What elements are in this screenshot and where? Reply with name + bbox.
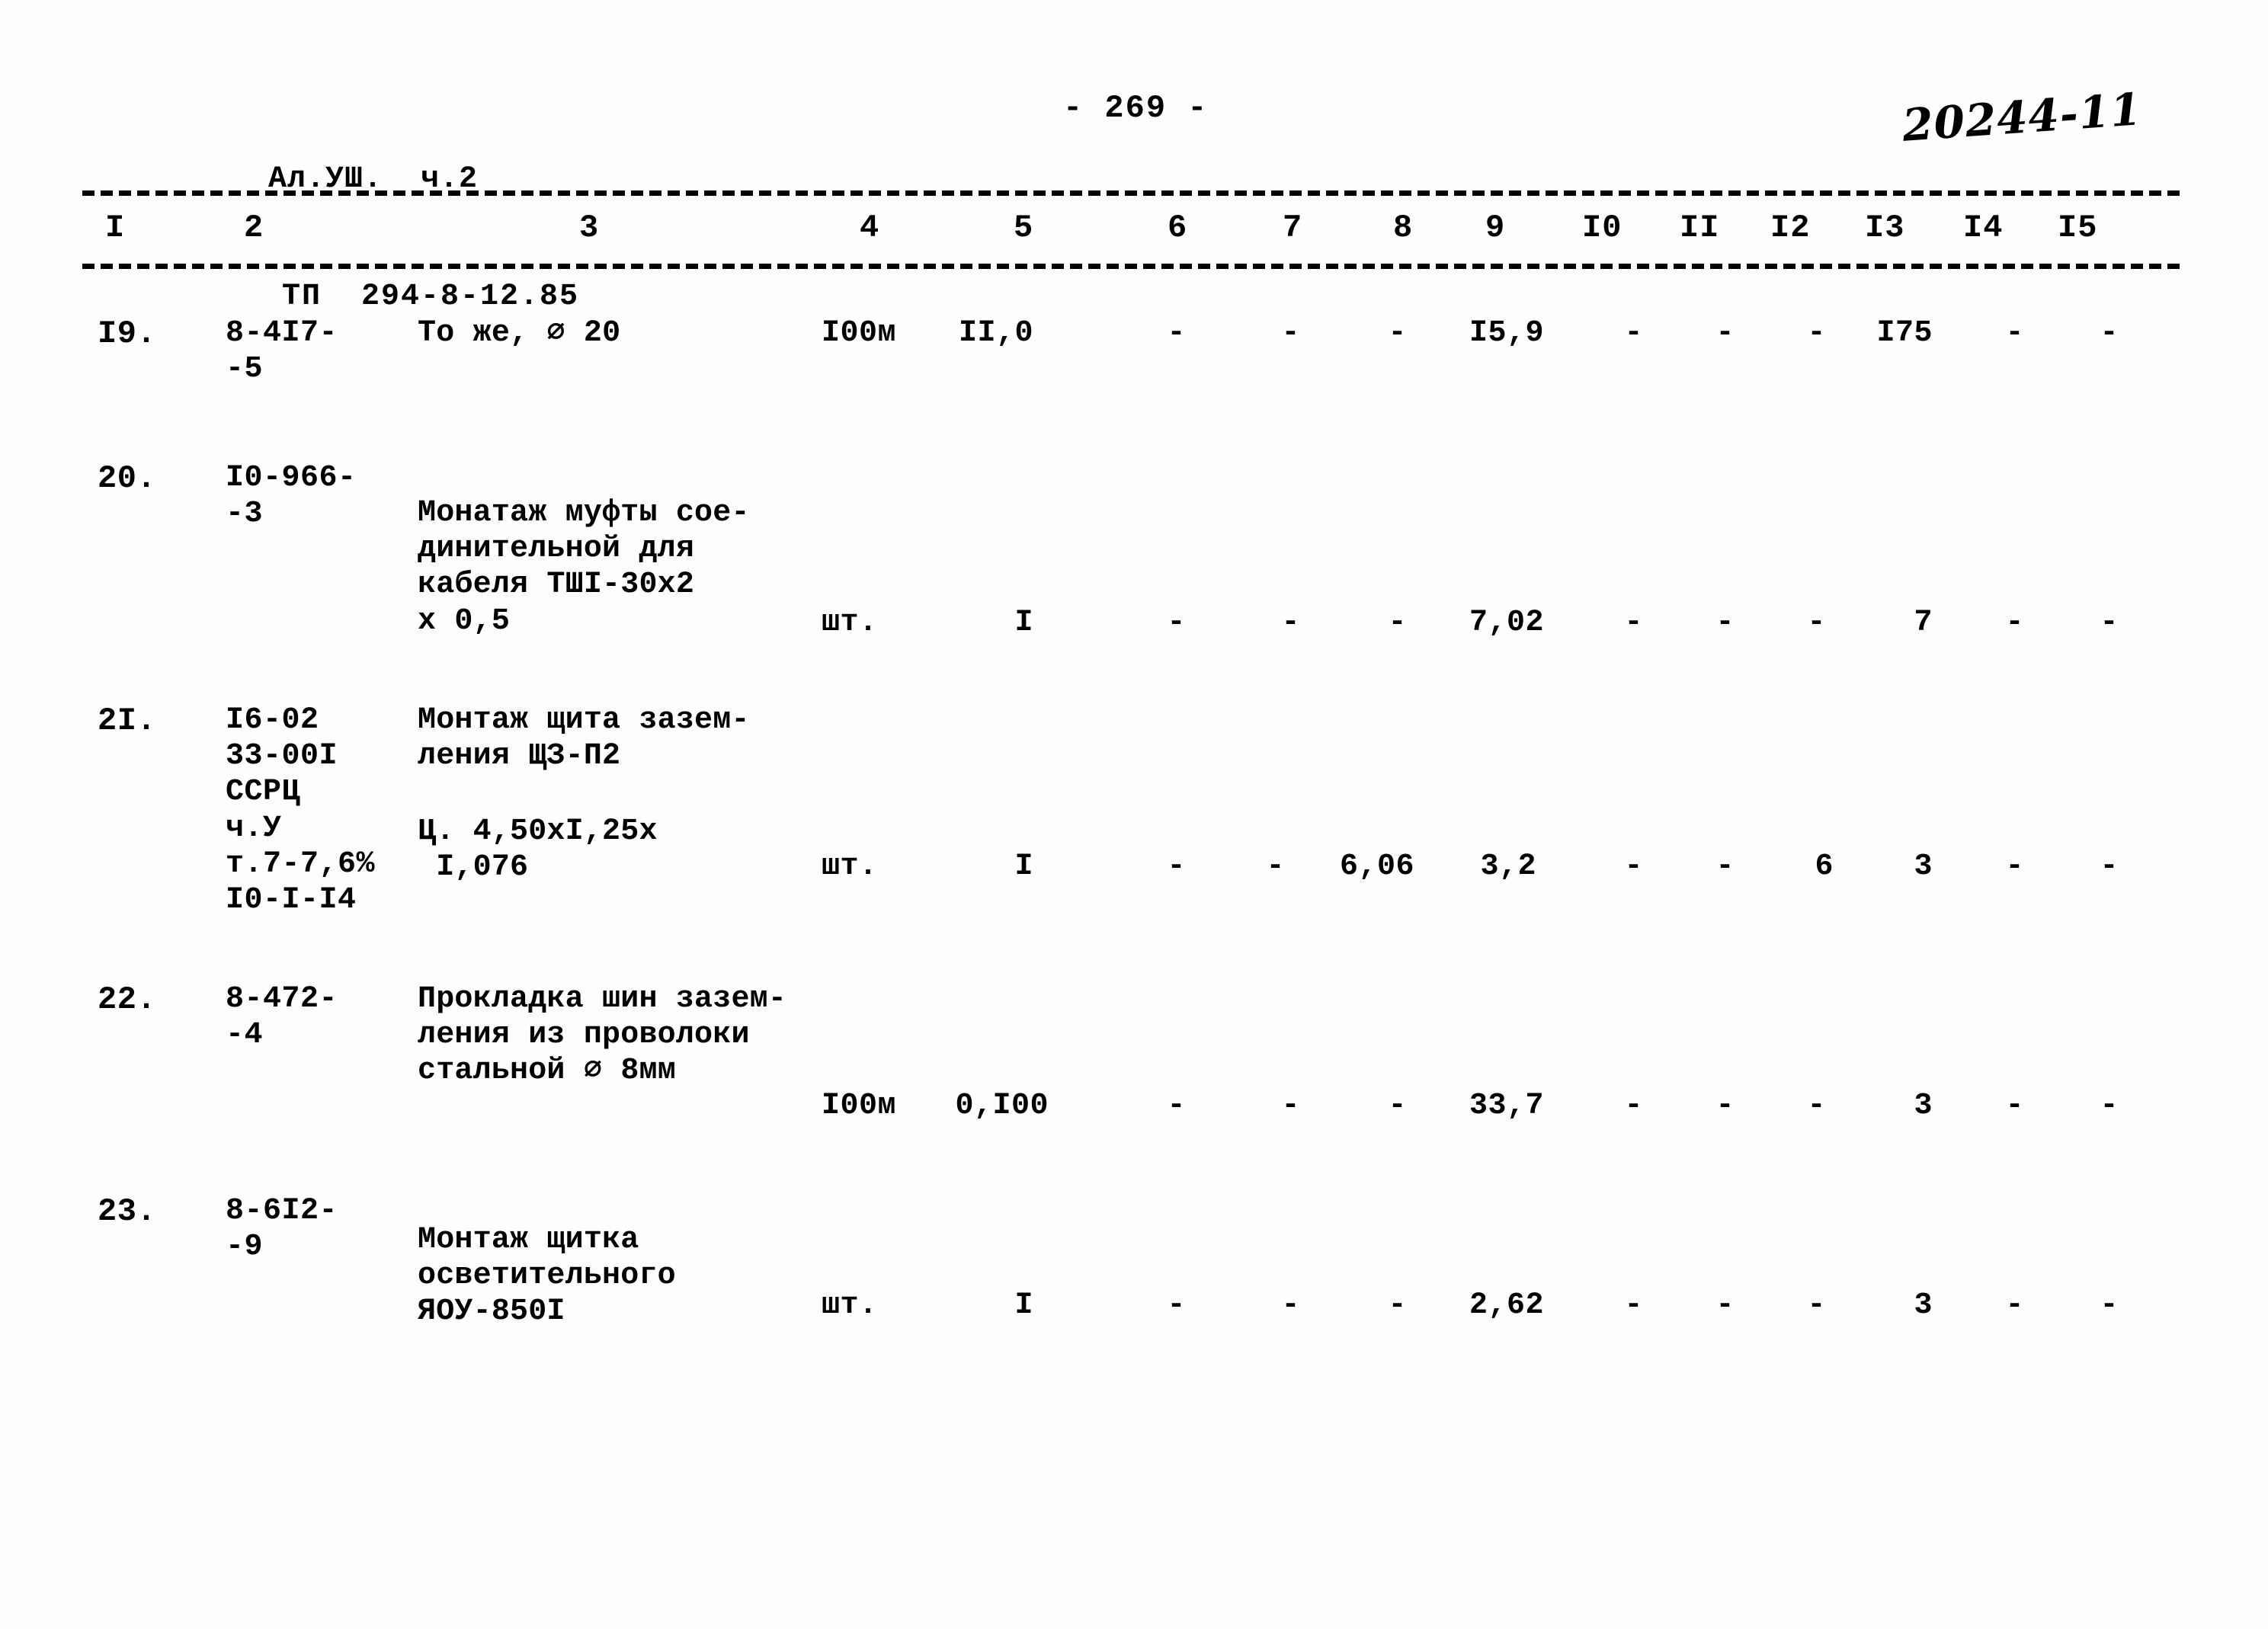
column-header-9: 9 [1485,210,1506,246]
column-header-15: I5 [2058,210,2098,246]
row-value-11: - [1715,606,1735,640]
column-header-5: 5 [1014,210,1034,246]
row-value-15: - [2100,850,2119,884]
table-rule-top [82,190,2186,196]
row-value-10: - [1624,850,1643,884]
row-value-9: 33,7 [1469,1089,1544,1123]
row-value-10: - [1624,1089,1643,1123]
row-value-6: - [1167,606,1186,640]
row-description: Монтаж щита зазем- ления ЩЗ-П2 [418,703,750,774]
column-header-14: I4 [1963,210,2004,246]
row-value-6: - [1167,1288,1186,1323]
row-value-8: - [1388,606,1407,640]
row-value-13: 3 [1914,1089,1933,1123]
row-value-6: - [1167,316,1186,350]
row-value-15: - [2100,1288,2119,1323]
row-unit: I00м [822,1089,897,1123]
row-value-12: - [1807,1288,1826,1323]
row-description: То же, ⌀ 20 [418,316,621,350]
row-code: I6-02 33-00I ССРЦ ч.У т.7-7,6% I0-I-I4 [226,703,376,917]
row-value-5: I [1014,606,1033,640]
column-header-8: 8 [1393,210,1414,246]
row-value-12: 6 [1815,850,1834,884]
row-value-9: 7,02 [1469,606,1544,640]
project-code-label: ТП 294-8-12.85 [282,279,580,314]
row-value-11: - [1715,850,1735,884]
column-header-2: 2 [244,210,264,246]
row-unit: шт. [822,850,878,884]
row-unit: шт. [822,606,878,640]
row-value-15: - [2100,606,2119,640]
row-description-secondary: Ц. 4,50хI,25х I,076 [418,814,658,885]
row-value-6: - [1167,850,1186,884]
row-description: Монатаж муфты сое- динительной для кабел… [418,496,750,638]
document-page: Ал.УШ. ч.2 ТП 294-8-12.85 - 269 - 20244-… [0,0,2268,1629]
row-value-8: - [1388,316,1407,350]
row-value-7: - [1281,1089,1300,1123]
row-value-14: - [2005,1288,2024,1323]
row-value-5: II,0 [958,316,1033,350]
row-value-14: - [2005,850,2024,884]
row-value-15: - [2100,316,2119,350]
row-value-15: - [2100,1089,2119,1123]
row-value-5: I [1014,850,1033,884]
row-value-7: - [1281,1288,1300,1323]
column-header-10: I0 [1582,210,1623,246]
column-header-1: I [105,210,126,246]
row-value-13: 7 [1914,606,1933,640]
table-row: 20. [98,460,157,497]
row-value-9: 3,2 [1480,850,1536,884]
row-value-13: 3 [1914,850,1933,884]
handwritten-stamp: 20244-11 [1901,83,2144,152]
column-header-11: II [1680,210,1720,246]
row-description: Прокладка шин зазем- ления из проволоки … [418,982,787,1089]
row-value-5: 0,I00 [955,1089,1049,1123]
column-header-4: 4 [860,210,880,246]
row-description: Монтаж щитка осветительного ЯОУ-850I [418,1223,676,1330]
table-row: 23. [98,1193,157,1230]
row-value-9: 2,62 [1469,1288,1544,1323]
row-value-7: - [1281,316,1300,350]
row-value-14: - [2005,1089,2024,1123]
row-value-5: I [1014,1288,1033,1323]
row-value-11: - [1715,1288,1735,1323]
row-value-6: - [1167,1089,1186,1123]
column-header-3: 3 [579,210,600,246]
row-value-10: - [1624,316,1643,350]
row-value-14: - [2005,606,2024,640]
row-value-9: I5,9 [1469,316,1544,350]
row-unit: шт. [822,1288,878,1323]
row-value-8: - [1388,1288,1407,1323]
column-header-7: 7 [1283,210,1303,246]
row-code: 8-472- -4 [226,982,338,1053]
row-value-14: - [2005,316,2024,350]
row-value-11: - [1715,1089,1735,1123]
row-value-11: - [1715,316,1735,350]
row-value-12: - [1807,1089,1826,1123]
row-unit: I00м [822,316,897,350]
row-value-13: 3 [1914,1288,1933,1323]
column-header-12: I2 [1770,210,1811,246]
table-row: 22. [98,981,157,1018]
row-value-7: - [1281,606,1300,640]
row-value-10: - [1624,1288,1643,1323]
row-value-10: - [1624,606,1643,640]
row-code: I0-966- -3 [226,461,357,532]
row-value-8: - [1388,1089,1407,1123]
page-number: - 269 - [1063,90,1209,126]
table-row: I9. [98,315,157,352]
table-row: 2I. [98,702,157,739]
column-header-13: I3 [1865,210,1905,246]
table-rule-bottom [82,264,2186,269]
row-code: 8-4I7- -5 [226,316,338,387]
row-value-8: 6,06 [1339,850,1414,884]
row-value-13: I75 [1876,316,1933,350]
column-header-6: 6 [1168,210,1188,246]
row-code: 8-6I2- -9 [226,1194,338,1265]
